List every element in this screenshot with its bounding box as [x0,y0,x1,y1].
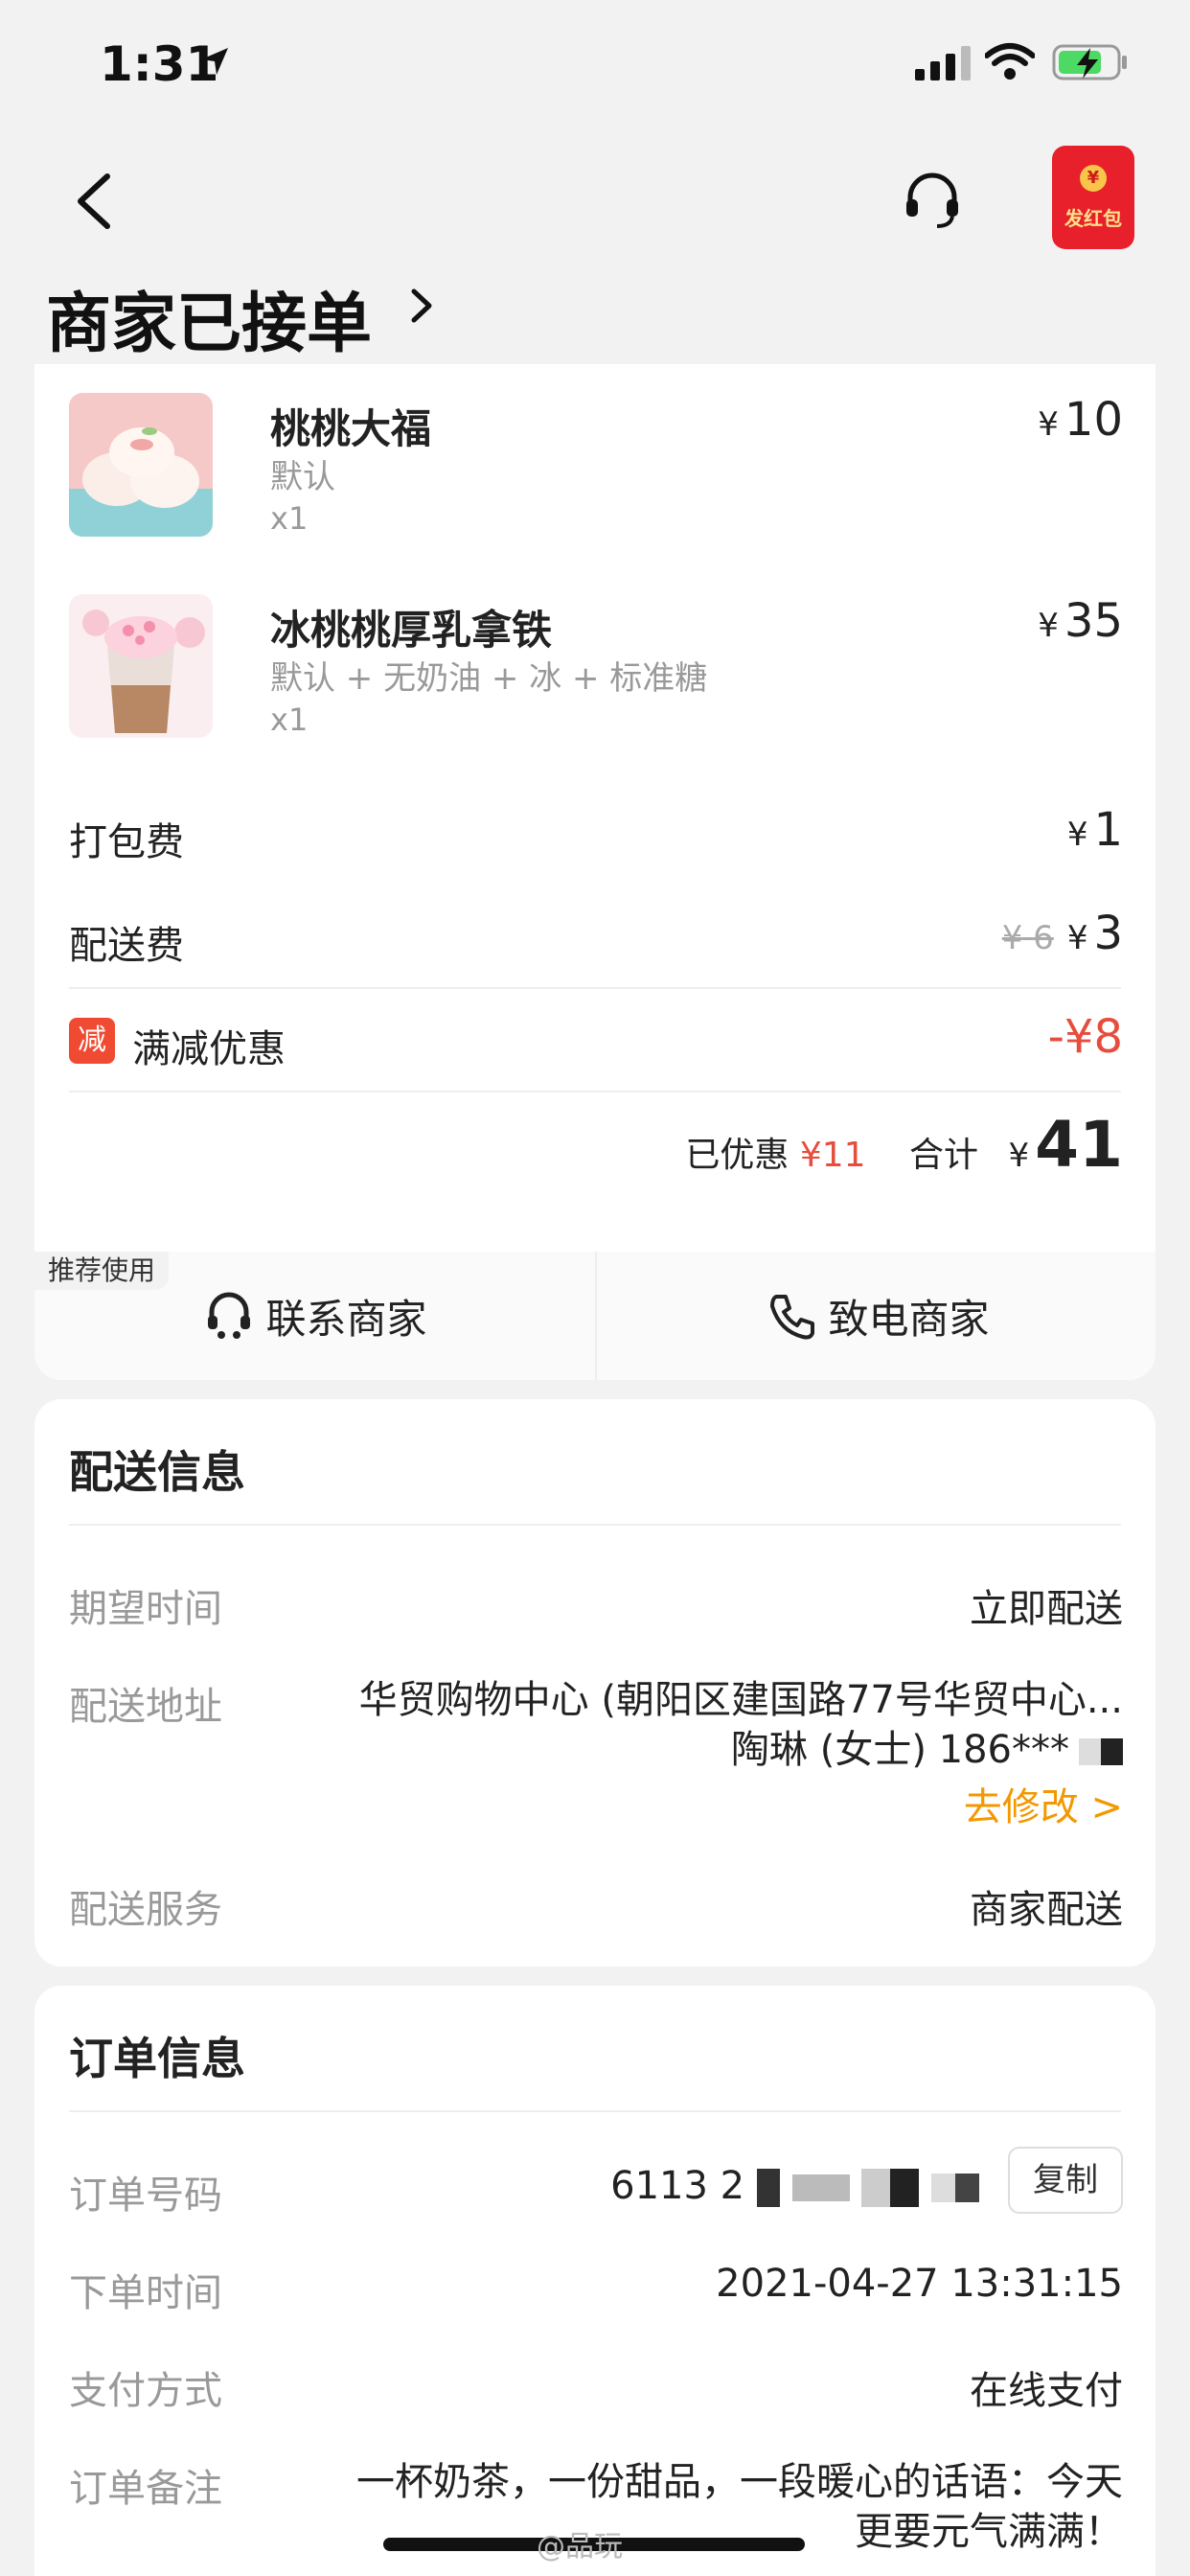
red-packet-label: 发红包 [1064,207,1122,230]
product-image-peach-mochi [69,393,213,537]
total-label: 合计 [909,1136,979,1175]
order-time-value: 2021-04-27 13:31:15 [716,2262,1123,2306]
contact-line: 陶琳 (女士) 186*** [359,1725,1123,1775]
payment-method-row: 支付方式 在线支付 [69,2359,1123,2417]
packing-fee-amount: 1 [1093,803,1123,857]
modify-address-link[interactable]: 去修改 > [359,1782,1123,1832]
original-delivery-fee-amount: 6 [1033,919,1054,957]
divider [69,1091,1121,1092]
watermark: @品玩 [537,2530,623,2564]
divider [69,987,1121,989]
send-red-packet-button[interactable]: ¥ 发红包 [1052,146,1134,249]
divider [69,2110,1121,2112]
discount-badge: 减 [69,1018,115,1064]
currency-symbol: ¥ [1038,607,1059,645]
expected-time-value: 立即配送 [970,1587,1123,1631]
delivery-fee-amount: 3 [1093,907,1123,960]
delivery-service-value: 商家配送 [970,1888,1123,1932]
divider [69,1524,1121,1526]
packing-fee-label: 打包费 [69,820,184,864]
item-price: ¥35 [1038,594,1123,648]
item-quantity: x1 [270,500,309,537]
delivery-fee-label: 配送费 [69,924,184,968]
expected-time-row: 期望时间 立即配送 [69,1577,1123,1635]
back-icon[interactable] [69,171,119,232]
item-price-value: 10 [1064,393,1123,447]
redacted-mosaic [1079,1738,1123,1765]
delivery-service-row: 配送服务 商家配送 [69,1878,1123,1936]
redacted-mosaic [931,2174,979,2202]
copy-order-number-button[interactable]: 复制 [1008,2147,1123,2214]
delivery-address-label: 配送地址 [69,1685,222,1729]
order-note-line: 一杯奶茶，一份甜品，一段暖心的话语：今天 [356,2460,1123,2504]
discount-row: 减 满减优惠 -¥8 [69,1002,1123,1079]
contact-name-phone: 陶琳 (女士) 186*** [731,1728,1069,1772]
product-image-peach-latte [69,594,213,738]
packing-fee-row: 打包费 ¥1 [69,795,1123,872]
call-merchant-button[interactable]: 致电商家 [597,1252,1157,1380]
discount-value: -¥8 [1047,1010,1123,1064]
order-note-label: 订单备注 [69,2467,222,2511]
delivery-address-value: 华贸购物中心 (朝阳区建国路77号华贸中心... 陶琳 (女士) 186*** … [359,1675,1123,1832]
expected-time-label: 期望时间 [69,1587,222,1631]
currency-symbol: ¥ [1066,919,1088,957]
location-arrow-icon [201,48,228,75]
order-number-visible: 6113 2 [610,2164,745,2208]
call-merchant-label: 致电商家 [828,1295,990,1343]
payment-method-label: 支付方式 [69,2369,222,2413]
order-total-row: 已优惠 ¥11 合计 ¥41 [69,1108,1123,1184]
battery-charging-icon [1052,44,1127,80]
item-quantity: x1 [270,702,309,738]
order-time-label: 下单时间 [69,2271,222,2315]
item-price-value: 35 [1064,594,1123,648]
total-value: 41 [1035,1108,1123,1182]
delivery-service-label: 配送服务 [69,1888,222,1932]
item-price: ¥10 [1038,393,1123,447]
payment-method-value: 在线支付 [970,2369,1123,2413]
saved-label: 已优惠 [685,1136,790,1175]
currency-symbol: ¥ [1008,1137,1030,1175]
original-delivery-fee: ¥ 6 [1002,919,1054,957]
contact-merchant-button[interactable]: 联系商家 [34,1252,595,1380]
order-status-title[interactable]: 商家已接单 [46,270,372,365]
order-info-card: 订单信息 订单号码 6113 2 复制 下单时间 2021-04-27 13:3… [34,1986,1156,2576]
phone-icon [770,1295,815,1340]
chevron-right-icon[interactable] [402,284,441,328]
section-title: 配送信息 [69,1446,245,1498]
cellular-signal-icon [915,46,971,80]
redacted-mosaic [791,2174,850,2201]
delivery-fee-row: 配送费 ¥ 6 ¥3 [69,899,1123,976]
section-title: 订单信息 [69,2033,245,2084]
contact-merchant-label: 联系商家 [265,1295,427,1343]
item-spec: 默认 + 无奶油 + 冰 + 标准糖 [270,659,708,698]
order-items-card: 桃桃大福 默认 x1 ¥10 冰桃桃厚乳拿铁 默认 + 无奶油 + 冰 + 标准… [34,364,1156,1380]
chat-merchant-icon [208,1292,251,1339]
delivery-address-row: 配送地址 华贸购物中心 (朝阳区建国路77号华贸中心... 陶琳 (女士) 18… [69,1675,1123,1848]
item-name: 冰桃桃厚乳拿铁 [270,607,553,654]
delivery-fee-value: ¥ 6 ¥3 [1002,907,1123,960]
currency-symbol: ¥ [1038,405,1059,444]
customer-service-headset-icon[interactable] [903,171,962,230]
coin-icon: ¥ [1080,165,1107,192]
discount-label: 满减优惠 [132,1027,286,1071]
list-item[interactable]: 桃桃大福 默认 x1 ¥10 [69,393,1123,546]
redacted-mosaic [861,2169,920,2207]
address-line: 华贸购物中心 (朝阳区建国路77号华贸中心... [358,1678,1123,1722]
delivery-info-card: 配送信息 期望时间 立即配送 配送地址 华贸购物中心 (朝阳区建国路77号华贸中… [34,1399,1156,1966]
wifi-icon [985,43,1035,80]
list-item[interactable]: 冰桃桃厚乳拿铁 默认 + 无奶油 + 冰 + 标准糖 x1 ¥35 [69,594,1123,748]
item-name: 桃桃大福 [270,405,432,452]
currency-symbol: ¥ [1001,919,1023,957]
order-number-label: 订单号码 [69,2174,222,2218]
saved-value: ¥11 [799,1136,866,1175]
item-spec: 默认 [270,458,335,496]
redacted-mosaic [756,2169,780,2207]
packing-fee-value: ¥1 [1067,803,1123,857]
order-time-row: 下单时间 2021-04-27 13:31:15 [69,2262,1123,2319]
order-number-value: 6113 2 [610,2164,979,2208]
top-nav [0,144,1190,259]
order-number-row: 订单号码 6113 2 复制 [69,2147,1123,2221]
currency-symbol: ¥ [1066,816,1088,854]
status-bar: 1:31 [0,0,1190,134]
